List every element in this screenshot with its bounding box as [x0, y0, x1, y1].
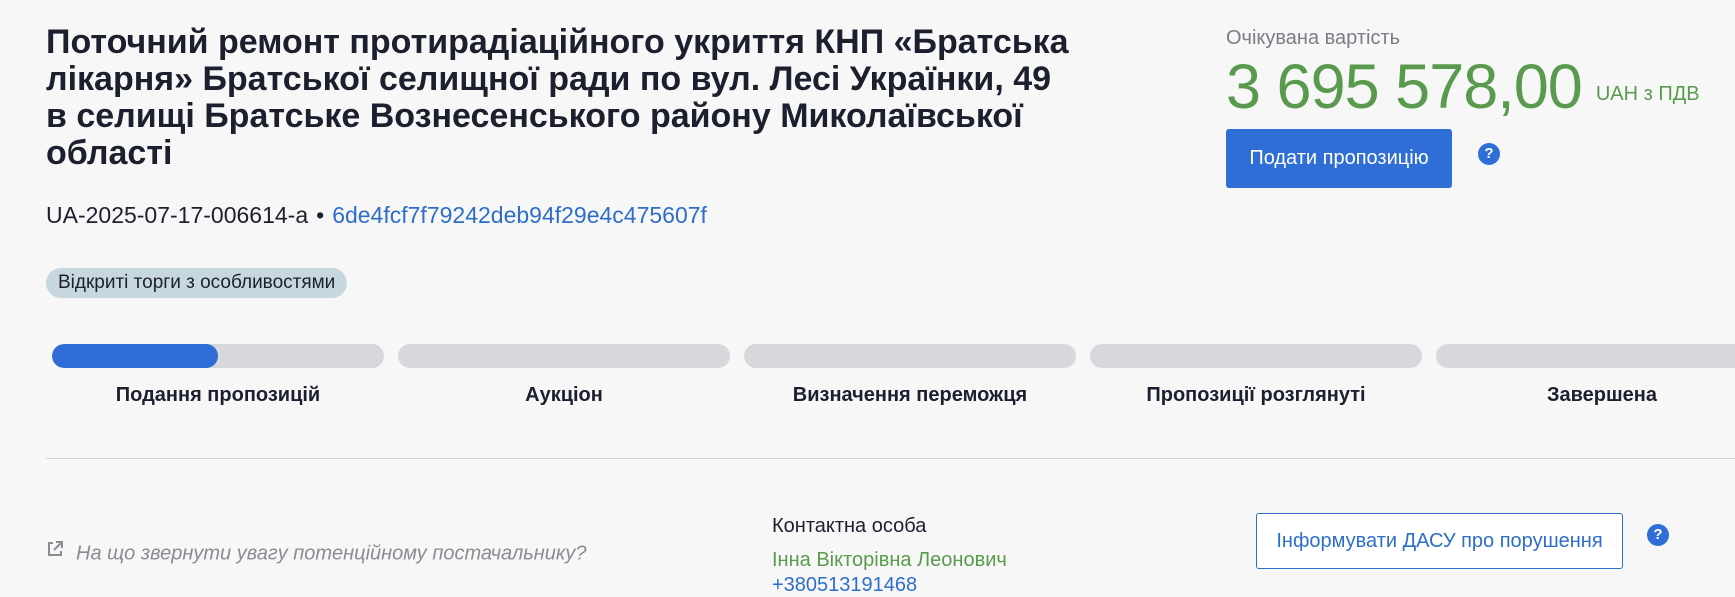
submit-proposal-button[interactable]: Подати пропозицію — [1226, 129, 1452, 188]
contact-person-block: Контактна особа Інна Вікторівна Леонович… — [772, 512, 1007, 597]
tender-id: UA-2025-07-17-006614-a — [46, 202, 309, 228]
stage-bar-fill — [52, 344, 218, 368]
procedure-type-badge: Відкриті торги з особливостями — [46, 268, 348, 298]
stage-label: Подання пропозицій — [115, 384, 321, 406]
supplier-hint-text: На що звернути увагу потенційному постач… — [76, 542, 587, 565]
expected-price-value: 3 695 578,00 — [1226, 52, 1583, 122]
expected-price-row: 3 695 578,00 UAH з ПДВ — [1226, 52, 1700, 122]
stage-bar — [398, 344, 730, 368]
supplier-hint-link[interactable]: На що звернути увагу потенційному постач… — [46, 540, 587, 566]
id-separator: • — [316, 202, 325, 228]
stage-label: Завершена — [1546, 384, 1658, 406]
contact-person-phone[interactable]: +380513191468 — [772, 573, 1007, 597]
expected-price-label: Очікувана вартість — [1226, 27, 1401, 49]
stage-bar — [1436, 344, 1735, 368]
expected-price-block: Очікувана вартість 3 695 578,00 UAH з ПДВ — [1226, 24, 1700, 122]
stage-bar — [52, 344, 384, 368]
contact-person-label: Контактна особа — [772, 515, 927, 537]
report-dasu-button[interactable]: Інформувати ДАСУ про порушення — [1256, 513, 1623, 569]
section-divider — [46, 458, 1735, 459]
external-link-icon — [46, 540, 64, 564]
contact-person-name: Інна Вікторівна Леонович — [772, 549, 1007, 571]
tender-title: Поточний ремонт протирадіаційного укритт… — [46, 23, 1069, 172]
stage-label: Пропозиції розглянуті — [1146, 384, 1366, 406]
stage-label: Визначення переможця — [792, 384, 1028, 406]
stage-bar — [1090, 344, 1422, 368]
submit-help-icon[interactable]: ? — [1478, 143, 1500, 165]
stage-bar — [744, 344, 1076, 368]
expected-price-currency: UAH з ПДВ — [1595, 83, 1700, 105]
dasu-help-icon[interactable]: ? — [1647, 524, 1669, 546]
stage-label: Аукціон — [525, 384, 603, 406]
tender-hash-link[interactable]: 6de4fcf7f79242deb94f29e4c475607f — [332, 202, 707, 228]
tender-identifiers: UA-2025-07-17-006614-a • 6de4fcf7f79242deb… — [46, 200, 707, 230]
